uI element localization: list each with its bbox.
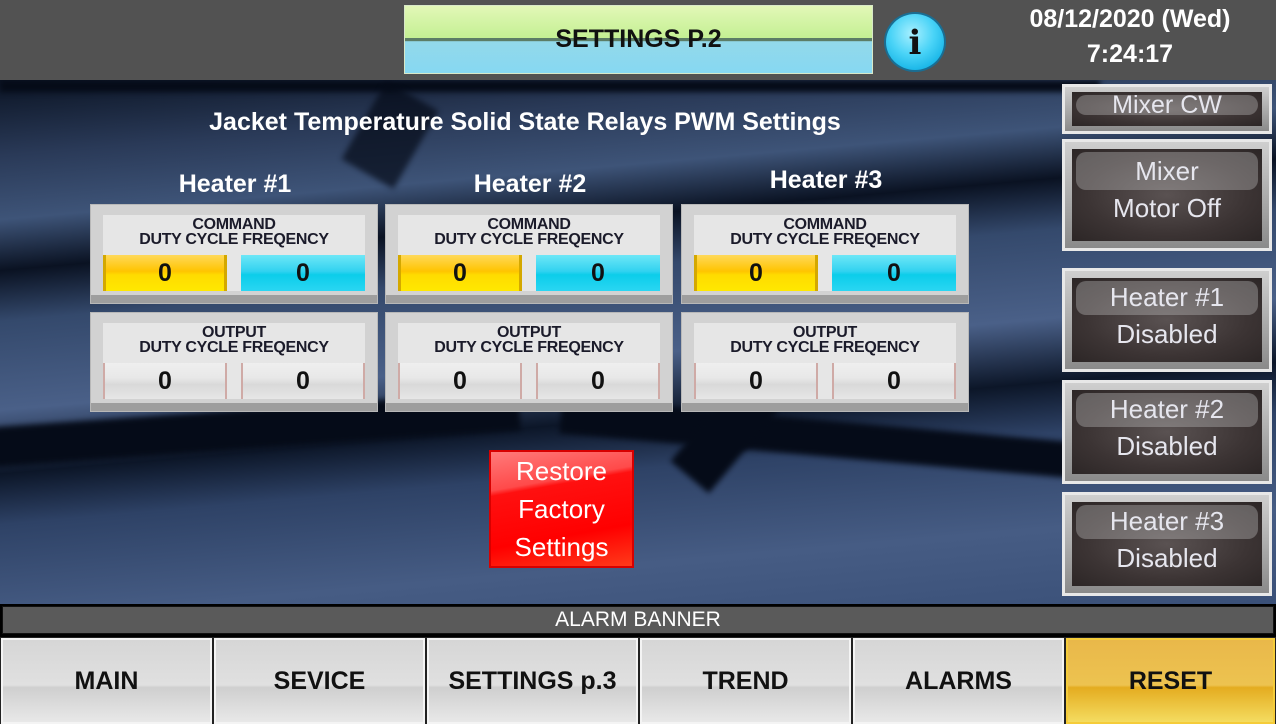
command-panel: COMMAND DUTY CYCLE FREQENCY 0 0 — [90, 204, 378, 304]
page-title: SETTINGS P.2 — [555, 25, 722, 53]
panel-label: COMMAND — [192, 216, 276, 233]
mixer-motor-line-1: Mixer — [1135, 156, 1199, 186]
output-duty-cycle-value: 0 — [694, 363, 818, 399]
page-heading: Jacket Temperature Solid State Relays PW… — [209, 108, 841, 136]
nav-alarms-button[interactable]: ALARMS — [852, 637, 1065, 724]
column-labels: DUTY CYCLE FREQENCY — [103, 231, 365, 248]
duty-cycle-label: DUTY CYCLE — [434, 231, 534, 248]
panel-label: OUTPUT — [497, 324, 561, 341]
command-frequency-input[interactable]: 0 — [241, 255, 365, 291]
heater-1-status-line-1: Heater #1 — [1109, 282, 1225, 312]
mixer-motor-button[interactable]: Mixer Motor Off — [1062, 139, 1272, 251]
heater-1-status-button[interactable]: Heater #1 Disabled — [1062, 268, 1272, 372]
duty-cycle-label: DUTY CYCLE — [434, 339, 534, 356]
nav-service-button[interactable]: SEVICE — [213, 637, 426, 724]
output-panel: OUTPUT DUTY CYCLE FREQENCY 0 0 — [681, 312, 969, 412]
heater-3-status-line-2: Disabled — [1116, 543, 1218, 573]
duty-cycle-label: DUTY CYCLE — [139, 339, 239, 356]
heater-title: Heater #1 — [178, 170, 292, 198]
column-labels: DUTY CYCLE FREQENCY — [398, 339, 660, 356]
panel-label: OUTPUT — [793, 324, 857, 341]
heater-2-status-line-1: Heater #2 — [1109, 394, 1225, 424]
nav-main-button[interactable]: MAIN — [0, 637, 213, 724]
command-panel: COMMAND DUTY CYCLE FREQENCY 0 0 — [385, 204, 673, 304]
output-duty-cycle-value: 0 — [103, 363, 227, 399]
command-frequency-input[interactable]: 0 — [832, 255, 956, 291]
mixer-motor-line-2: Motor Off — [1113, 193, 1221, 223]
top-bar: SETTINGS P.2 i 08/12/2020 (Wed) 7:24:17 — [0, 0, 1276, 80]
heater-3-status-line-1: Heater #3 — [1109, 506, 1225, 536]
output-duty-cycle-value: 0 — [398, 363, 522, 399]
restore-line-1: Restore — [515, 456, 608, 486]
heater-3-status-button[interactable]: Heater #3 Disabled — [1062, 492, 1272, 596]
column-labels: DUTY CYCLE FREQENCY — [694, 231, 956, 248]
date-display: 08/12/2020 (Wed) — [1029, 5, 1231, 33]
heater-2-status-line-2: Disabled — [1116, 431, 1218, 461]
output-panel: OUTPUT DUTY CYCLE FREQENCY 0 0 — [385, 312, 673, 412]
nav-trend-button[interactable]: TREND — [639, 637, 852, 724]
restore-line-2: Factory — [518, 494, 605, 524]
command-duty-cycle-input[interactable]: 0 — [103, 255, 227, 291]
background-shadow — [0, 80, 1100, 92]
panel-label: OUTPUT — [202, 324, 266, 341]
frequency-label: FREQENCY — [833, 339, 920, 356]
command-duty-cycle-input[interactable]: 0 — [398, 255, 522, 291]
command-panel: COMMAND DUTY CYCLE FREQENCY 0 0 — [681, 204, 969, 304]
frequency-label: FREQENCY — [242, 339, 329, 356]
info-icon[interactable]: i — [884, 12, 946, 72]
frequency-label: FREQENCY — [833, 231, 920, 248]
mixer-direction-button[interactable]: Mixer CW — [1062, 84, 1272, 134]
heater-2-status-button[interactable]: Heater #2 Disabled — [1062, 380, 1272, 484]
restore-line-3: Settings — [514, 532, 609, 562]
duty-cycle-label: DUTY CYCLE — [730, 231, 830, 248]
heater-1-column: Heater #1 COMMAND DUTY CYCLE FREQENCY 0 … — [90, 166, 380, 420]
heater-1-status-line-2: Disabled — [1116, 319, 1218, 349]
reset-button[interactable]: RESET — [1065, 637, 1276, 724]
command-frequency-input[interactable]: 0 — [536, 255, 660, 291]
heater-title: Heater #3 — [769, 166, 883, 194]
frequency-label: FREQENCY — [537, 231, 624, 248]
column-labels: DUTY CYCLE FREQENCY — [398, 231, 660, 248]
column-labels: DUTY CYCLE FREQENCY — [694, 339, 956, 356]
frequency-label: FREQENCY — [242, 231, 329, 248]
output-frequency-value: 0 — [241, 363, 365, 399]
page-title-box: SETTINGS P.2 — [404, 5, 873, 74]
heater-2-column: Heater #2 COMMAND DUTY CYCLE FREQENCY 0 … — [385, 166, 675, 420]
panel-label: COMMAND — [487, 216, 571, 233]
command-duty-cycle-input[interactable]: 0 — [694, 255, 818, 291]
column-labels: DUTY CYCLE FREQENCY — [103, 339, 365, 356]
restore-factory-settings-button[interactable]: Restore Factory Settings — [489, 450, 634, 568]
mixer-direction-label: Mixer CW — [1112, 91, 1222, 119]
panel-label: COMMAND — [783, 216, 867, 233]
duty-cycle-label: DUTY CYCLE — [730, 339, 830, 356]
frequency-label: FREQENCY — [537, 339, 624, 356]
heater-3-column: Heater #3 COMMAND DUTY CYCLE FREQENCY 0 … — [681, 162, 971, 420]
duty-cycle-label: DUTY CYCLE — [139, 231, 239, 248]
output-panel: OUTPUT DUTY CYCLE FREQENCY 0 0 — [90, 312, 378, 412]
heater-title: Heater #2 — [473, 170, 587, 198]
output-frequency-value: 0 — [832, 363, 956, 399]
time-display: 7:24:17 — [1086, 40, 1174, 68]
output-frequency-value: 0 — [536, 363, 660, 399]
datetime: 08/12/2020 (Wed) 7:24:17 — [985, 2, 1275, 72]
nav-settings-p3-button[interactable]: SETTINGS p.3 — [426, 637, 639, 724]
alarm-banner[interactable]: ALARM BANNER — [2, 606, 1274, 634]
